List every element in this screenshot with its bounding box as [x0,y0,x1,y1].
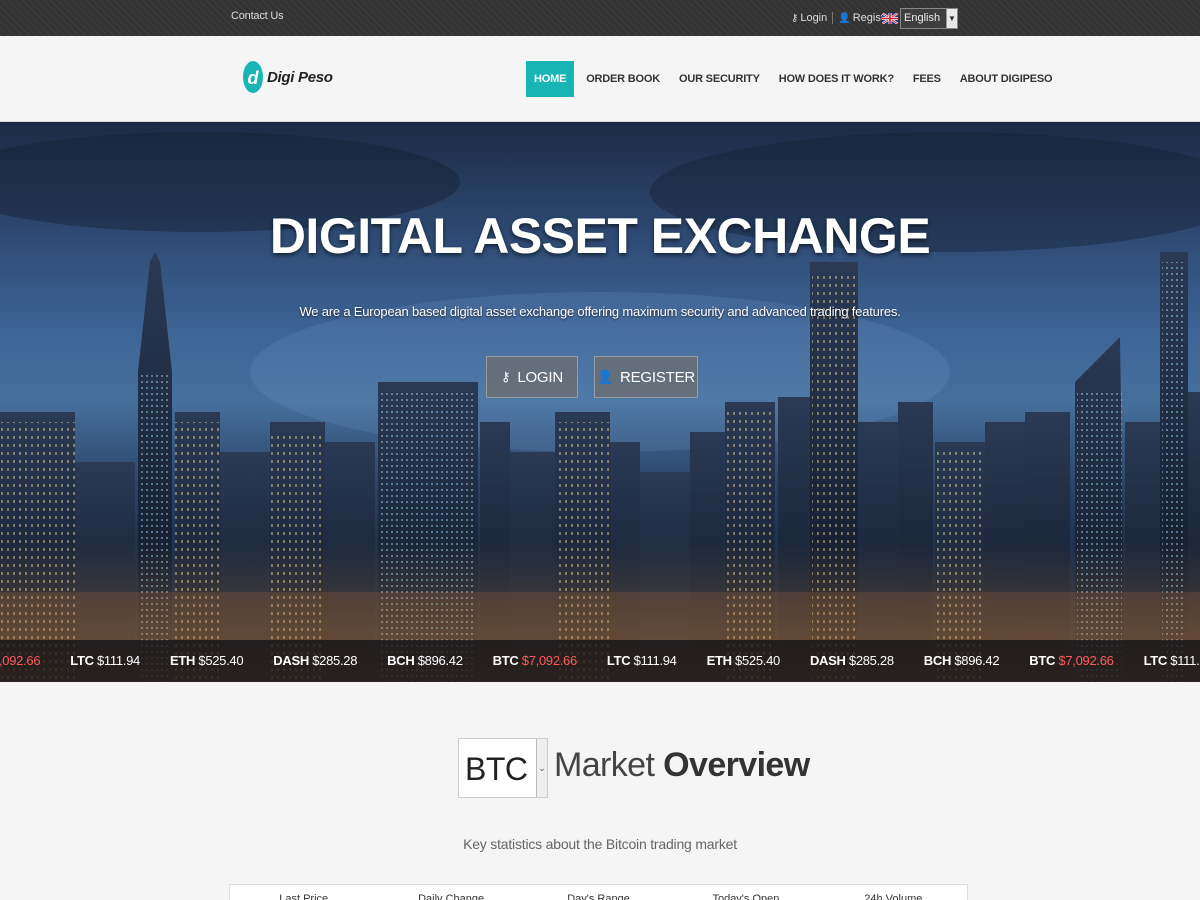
market-title-bold: Overview [663,746,810,784]
chevron-down-icon: ▼ [946,9,957,28]
hero-register-label: REGISTER [619,368,696,386]
market-overview-title: Market Overview [554,746,810,785]
key-icon: ⚷ [791,12,799,24]
topbar-login-link[interactable]: Login [800,12,827,24]
ticker-symbol: BCH [387,653,415,668]
ticker-item: BTC $7,092.66 [1029,653,1114,668]
language-picker: English ▼ [882,8,958,29]
chevron-down-icon: ⌄ [536,739,547,797]
hero-section: DIGITAL ASSET EXCHANGE We are a European… [0,122,1200,682]
ticker-symbol: BTC [1029,653,1056,668]
stats-bar: Last Price Daily Change Day's Range Toda… [229,884,968,900]
ticker-price: $111.94 [1170,653,1200,668]
ticker-price: $7,092.66 [521,653,577,668]
ticker-item: DASH $285.28 [810,653,894,668]
ticker-item: BTC $7,092.66 [0,653,41,668]
ticker-price: $285.28 [312,653,358,668]
ticker-item: LTC $111.94 [1144,653,1200,668]
ticker-item: BCH $896.42 [387,653,463,668]
ticker-symbol: LTC [70,653,94,668]
top-utility-bar: Contact Us ⚷ Login 👤 Register English ▼ [0,0,1200,36]
ticker-item: DASH $285.28 [273,653,357,668]
coin-select[interactable]: BTC ⌄ [458,738,548,798]
stat-last-price: Last Price [279,893,329,900]
user-icon: 👤 [838,12,851,24]
language-select[interactable]: English ▼ [900,8,958,29]
ticker-symbol: LTC [606,653,631,668]
stat-daily-change: Daily Change [418,893,485,900]
ticker-symbol: LTC [1143,653,1168,668]
ticker-symbol: ETH [706,653,732,668]
ticker-track: BTC $7,092.66 LTC $111.94 ETH $525.40 DASH … [0,653,1200,668]
city-skyline-image [0,132,1200,682]
language-value: English [904,12,941,24]
coin-select-value: BTC [465,751,528,787]
key-icon: ⚷ [500,369,511,384]
ticker-item: ETH $525.40 [169,653,244,668]
nav-home[interactable]: HOME [526,61,575,97]
nav-menu: HOME ORDER BOOK OUR SECURITY HOW DOES IT… [526,61,1053,97]
ticker-price: $111.94 [97,653,140,668]
ticker-item: ETH $525.40 [706,653,781,668]
ticker-symbol: DASH [809,653,846,668]
hero-login-label: LOGIN [517,368,563,386]
ticker-item: BCH $896.42 [923,653,1000,668]
ticker-price: $525.40 [735,653,780,668]
ticker-price: $7,092.66 [1058,653,1114,668]
market-title-light: Market [554,746,655,784]
ticker-symbol: DASH [273,653,309,668]
uk-flag-icon [882,13,898,24]
ticker-symbol: BCH [923,653,952,668]
svg-text:d: d [248,68,260,88]
digipeso-logo-icon: d [243,61,263,93]
ticker-price: $7,092.66 [0,653,41,668]
market-overview-subtitle: Key statistics about the Bitcoin trading… [463,836,737,852]
hero-subtitle: We are a European based digital asset ex… [299,304,901,319]
contact-us-link[interactable]: Contact Us [231,10,284,22]
ticker-price: $111.94 [633,653,677,668]
user-icon: 👤 [596,369,613,384]
ticker-price: $896.42 [417,653,463,668]
hero-login-button[interactable]: ⚷ LOGIN [486,356,578,398]
nav-fees[interactable]: FEES [913,61,941,97]
price-ticker: BTC $7,092.66 LTC $111.94 ETH $525.40 DASH … [0,640,1200,682]
nav-how-does-it-work[interactable]: HOW DOES IT WORK? [779,61,894,97]
ticker-symbol: BTC [492,653,519,668]
ticker-item: LTC $111.94 [607,653,677,668]
brand-name: Digi Peso [267,68,333,86]
main-navbar: d Digi Peso HOME ORDER BOOK OUR SECURITY… [0,36,1200,122]
auth-links: ⚷ Login 👤 Register [791,12,894,24]
ticker-price: $525.40 [198,653,244,668]
nav-our-security[interactable]: OUR SECURITY [679,61,760,97]
stat-days-range: Day's Range [567,893,630,900]
market-overview-section: BTC ⌄ Market Overview Key statistics abo… [0,682,1200,900]
stat-todays-open: Today's Open [712,893,780,900]
nav-order-book[interactable]: ORDER BOOK [586,61,660,97]
ticker-symbol: ETH [169,653,196,668]
divider [832,12,834,24]
ticker-item: LTC $111.94 [70,653,140,668]
hero-title: DIGITAL ASSET EXCHANGE [269,208,931,264]
stat-24h-volume: 24h Volume [864,893,923,900]
logo[interactable]: d Digi Peso [242,60,333,94]
ticker-item: BTC $7,092.66 [492,653,578,668]
ticker-price: $285.28 [848,653,894,668]
nav-about-digipeso[interactable]: ABOUT DIGIPESO [960,61,1053,97]
ticker-price: $896.42 [954,653,1000,668]
hero-register-button[interactable]: 👤 REGISTER [594,356,698,398]
